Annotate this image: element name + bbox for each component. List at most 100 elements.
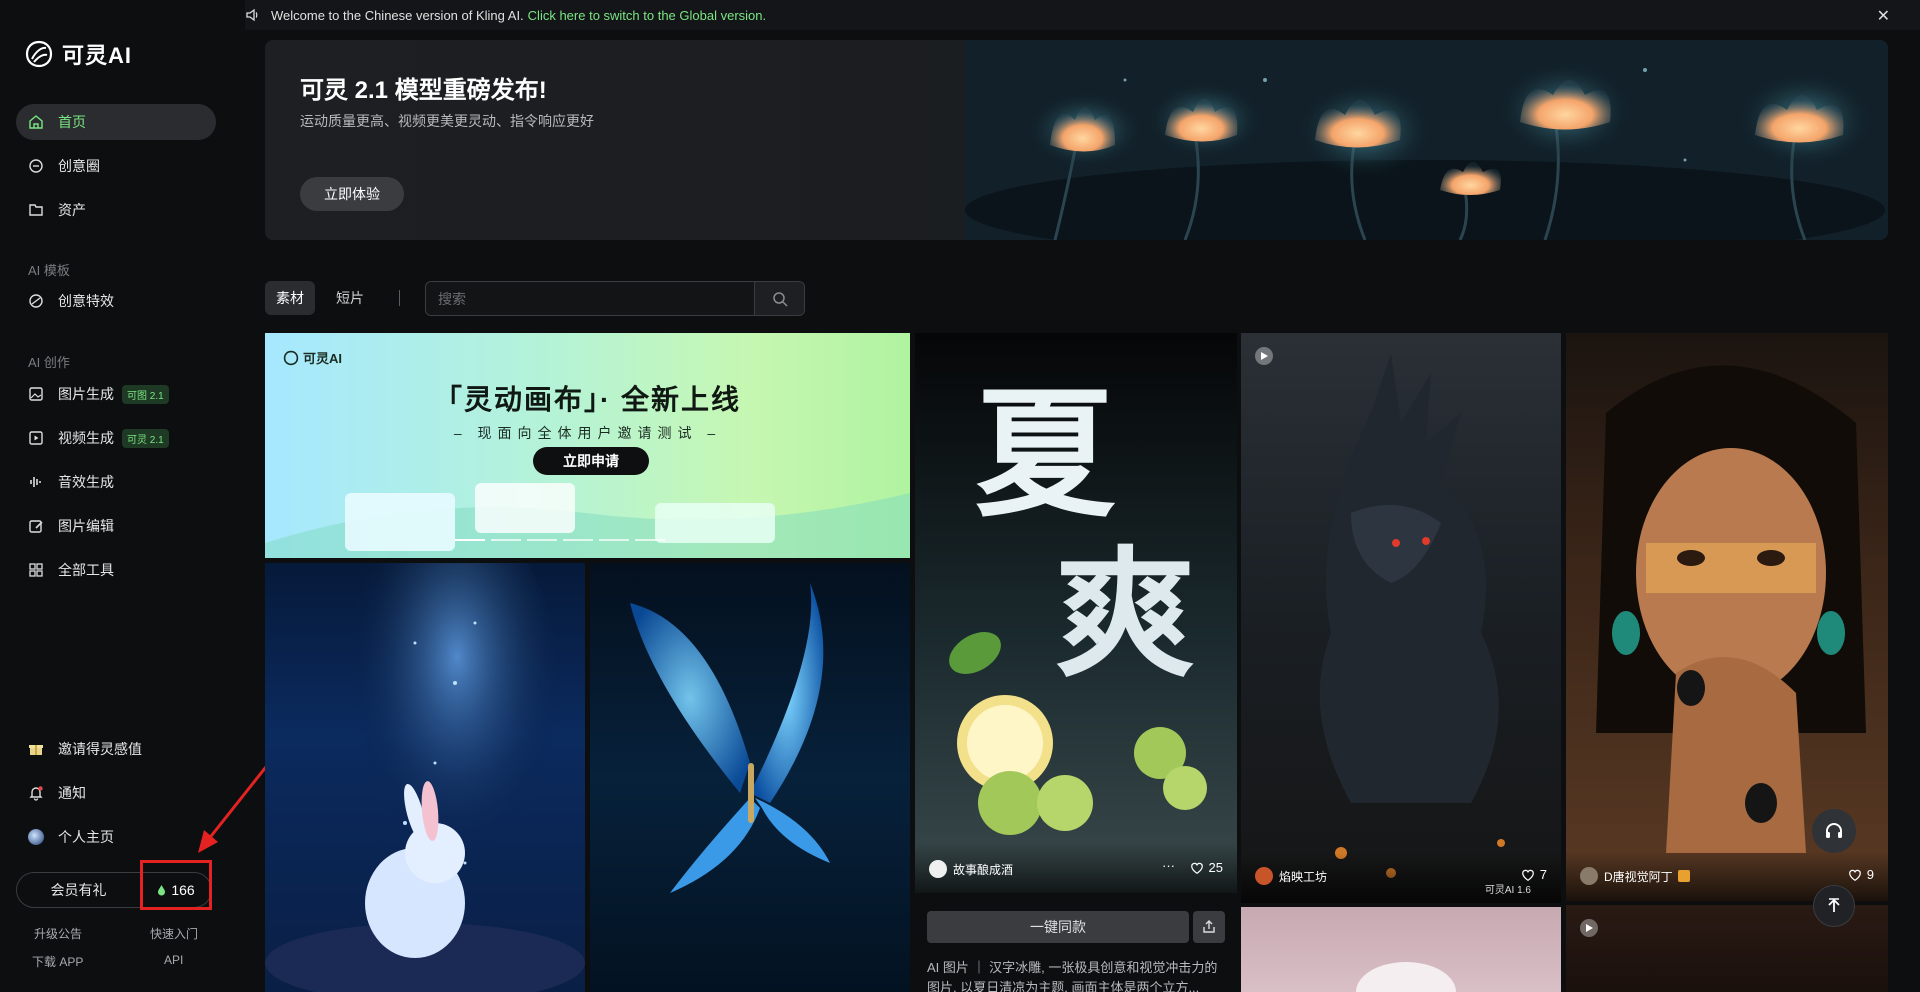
audio-icon	[30, 477, 41, 487]
back-to-top-button[interactable]	[1813, 885, 1855, 927]
promo-logo-text: 可灵AI	[303, 351, 343, 366]
home-icon	[29, 115, 43, 129]
canvas-promo-card[interactable]: 可灵AI 「灵动画布」· 全新上线 – 现面向全体用户邀请测试 – 立即申请	[265, 333, 910, 558]
sidebar-item-video-gen[interactable]: 视频生成 可灵 2.1	[16, 420, 216, 456]
card-author[interactable]: 故事酿成酒	[929, 860, 1013, 878]
heart-icon	[1521, 869, 1534, 881]
logo-text: 可灵AI	[62, 43, 133, 68]
app-logo[interactable]: 可灵AI	[24, 38, 132, 70]
play-icon[interactable]	[1255, 347, 1273, 365]
sidebar-item-label: 个人主页	[58, 829, 114, 845]
hero-subtitle: 运动质量更高、视频更美更灵动、指令响应更好	[300, 113, 594, 129]
sidebar-item-image-gen[interactable]: 图片生成 可图 2.1	[16, 376, 216, 412]
folder-icon	[29, 204, 43, 216]
carousel-dot[interactable]	[563, 539, 593, 541]
play-icon[interactable]	[1580, 919, 1598, 937]
customer-support-button[interactable]	[1812, 809, 1856, 853]
search-box	[425, 281, 805, 316]
hero-title: 可灵 2.1 模型重磅发布!	[300, 77, 547, 104]
gallery-card-flower[interactable]	[1241, 907, 1561, 992]
sidebar-item-label: 首页	[58, 114, 86, 130]
like-button[interactable]: 9	[1848, 867, 1874, 882]
sidebar-item-label: 图片生成	[58, 386, 114, 402]
search-input[interactable]	[438, 282, 738, 315]
carousel-dot[interactable]	[527, 539, 557, 541]
promo-title: 「灵动画布」· 全新上线	[433, 384, 742, 415]
avatar	[28, 829, 44, 845]
video-icon	[29, 431, 43, 445]
sidebar-item-label: 全部工具	[58, 562, 114, 578]
sidebar-item-profile[interactable]: 个人主页	[16, 819, 216, 855]
like-button[interactable]: 25	[1190, 860, 1223, 875]
sidebar-item-audio-gen[interactable]: 音效生成	[16, 464, 216, 500]
switch-global-link[interactable]: Click here to switch to the Global versi…	[528, 8, 766, 23]
carousel-dot[interactable]	[455, 539, 485, 541]
footer-link-quickstart[interactable]: 快速入门	[150, 925, 198, 942]
dragon-artwork	[1319, 353, 1505, 878]
announcement-bar: Welcome to the Chinese version of Kling …	[245, 0, 1920, 30]
close-icon[interactable]: ✕	[1877, 6, 1890, 26]
try-now-button[interactable]: 立即体验	[300, 177, 404, 211]
sidebar-item-home[interactable]: 首页	[16, 104, 216, 140]
gallery-card-butterfly[interactable]	[590, 563, 910, 992]
avatar	[1580, 867, 1598, 885]
more-options-icon[interactable]: ···	[1162, 858, 1175, 873]
promo-subtitle: – 现面向全体用户邀请测试 –	[453, 425, 722, 441]
effects-icon	[29, 294, 43, 308]
carousel-dot[interactable]	[599, 539, 629, 541]
model-version-badge: 可图 2.1	[122, 384, 169, 404]
gallery-card-ice-calligraphy[interactable]: 夏 爽 故事酿成酒 ··· 25	[915, 333, 1237, 893]
card-description: AI 图片 ｜ 汉字冰雕, 一张极具创意和视觉冲击力的图片, 以夏日清凉为主题,…	[927, 960, 1218, 992]
sidebar-item-label: 视频生成	[58, 430, 114, 446]
bell-icon	[29, 786, 43, 801]
sidebar-item-all-tools[interactable]: 全部工具	[16, 552, 216, 588]
one-click-same-button[interactable]: 一键同款	[927, 911, 1189, 943]
share-button[interactable]	[1193, 911, 1225, 943]
sidebar-item-assets[interactable]: 资产	[16, 192, 216, 228]
tab-shorts[interactable]: 短片	[325, 281, 375, 315]
sidebar-item-label: 创意圈	[58, 158, 100, 174]
svg-text:爽: 爽	[1055, 534, 1195, 697]
sidebar-item-label: 资产	[58, 202, 86, 218]
sidebar-item-label: 图片编辑	[58, 518, 114, 534]
sidebar-item-notifications[interactable]: 通知	[16, 775, 216, 811]
headset-icon	[1826, 823, 1842, 838]
sidebar-item-invite[interactable]: 邀请得灵感值	[16, 731, 216, 767]
footer-link-api[interactable]: API	[164, 953, 183, 967]
gallery-card-bunny[interactable]	[265, 563, 585, 992]
heart-icon	[1848, 869, 1861, 881]
sidebar-item-label: 音效生成	[58, 474, 114, 490]
butterfly-artwork	[630, 583, 830, 893]
divider	[399, 290, 400, 306]
image-icon	[29, 387, 43, 401]
announcement-text: Welcome to the Chinese version of Kling …	[271, 7, 524, 23]
sidebar-item-label: 通知	[58, 785, 86, 801]
bunny-artwork	[265, 563, 585, 992]
sidebar-item-image-edit[interactable]: 图片编辑	[16, 508, 216, 544]
card-author[interactable]: 焰映工坊	[1255, 867, 1327, 885]
carousel-dot[interactable]	[491, 539, 521, 541]
like-button[interactable]: 7	[1521, 867, 1547, 882]
apply-now-button[interactable]: 立即申请	[533, 447, 649, 475]
app-root: Welcome to the Chinese version of Kling …	[0, 0, 1920, 992]
carousel-dot[interactable]	[635, 539, 665, 541]
card-author[interactable]: D唐视觉阿丁	[1580, 867, 1690, 885]
gallery-card-dragon[interactable]: 焰映工坊 7 可灵AI 1.6	[1241, 333, 1561, 903]
hero-banner[interactable]: 可灵 2.1 模型重磅发布! 运动质量更高、视频更美更灵动、指令响应更好 立即体…	[265, 40, 1888, 240]
search-button[interactable]	[754, 282, 804, 315]
sidebar-item-effects[interactable]: 创意特效	[16, 283, 216, 319]
community-icon	[29, 159, 43, 173]
footer-link-download-app[interactable]: 下载 APP	[32, 953, 83, 970]
section-ai-create: AI 创作	[28, 355, 70, 370]
membership-button[interactable]: 会员有礼	[17, 880, 140, 900]
footer-link-updates[interactable]: 升级公告	[34, 925, 82, 942]
author-name: D唐视觉阿丁	[1604, 869, 1673, 884]
flower-artwork	[1356, 962, 1456, 992]
share-icon	[1203, 920, 1215, 933]
tab-materials[interactable]: 素材	[265, 281, 315, 315]
like-count: 25	[1208, 860, 1223, 875]
avatar	[929, 860, 947, 878]
like-count: 7	[1539, 867, 1547, 882]
sidebar-item-community[interactable]: 创意圈	[16, 148, 216, 184]
kling-logo-icon	[283, 350, 299, 365]
